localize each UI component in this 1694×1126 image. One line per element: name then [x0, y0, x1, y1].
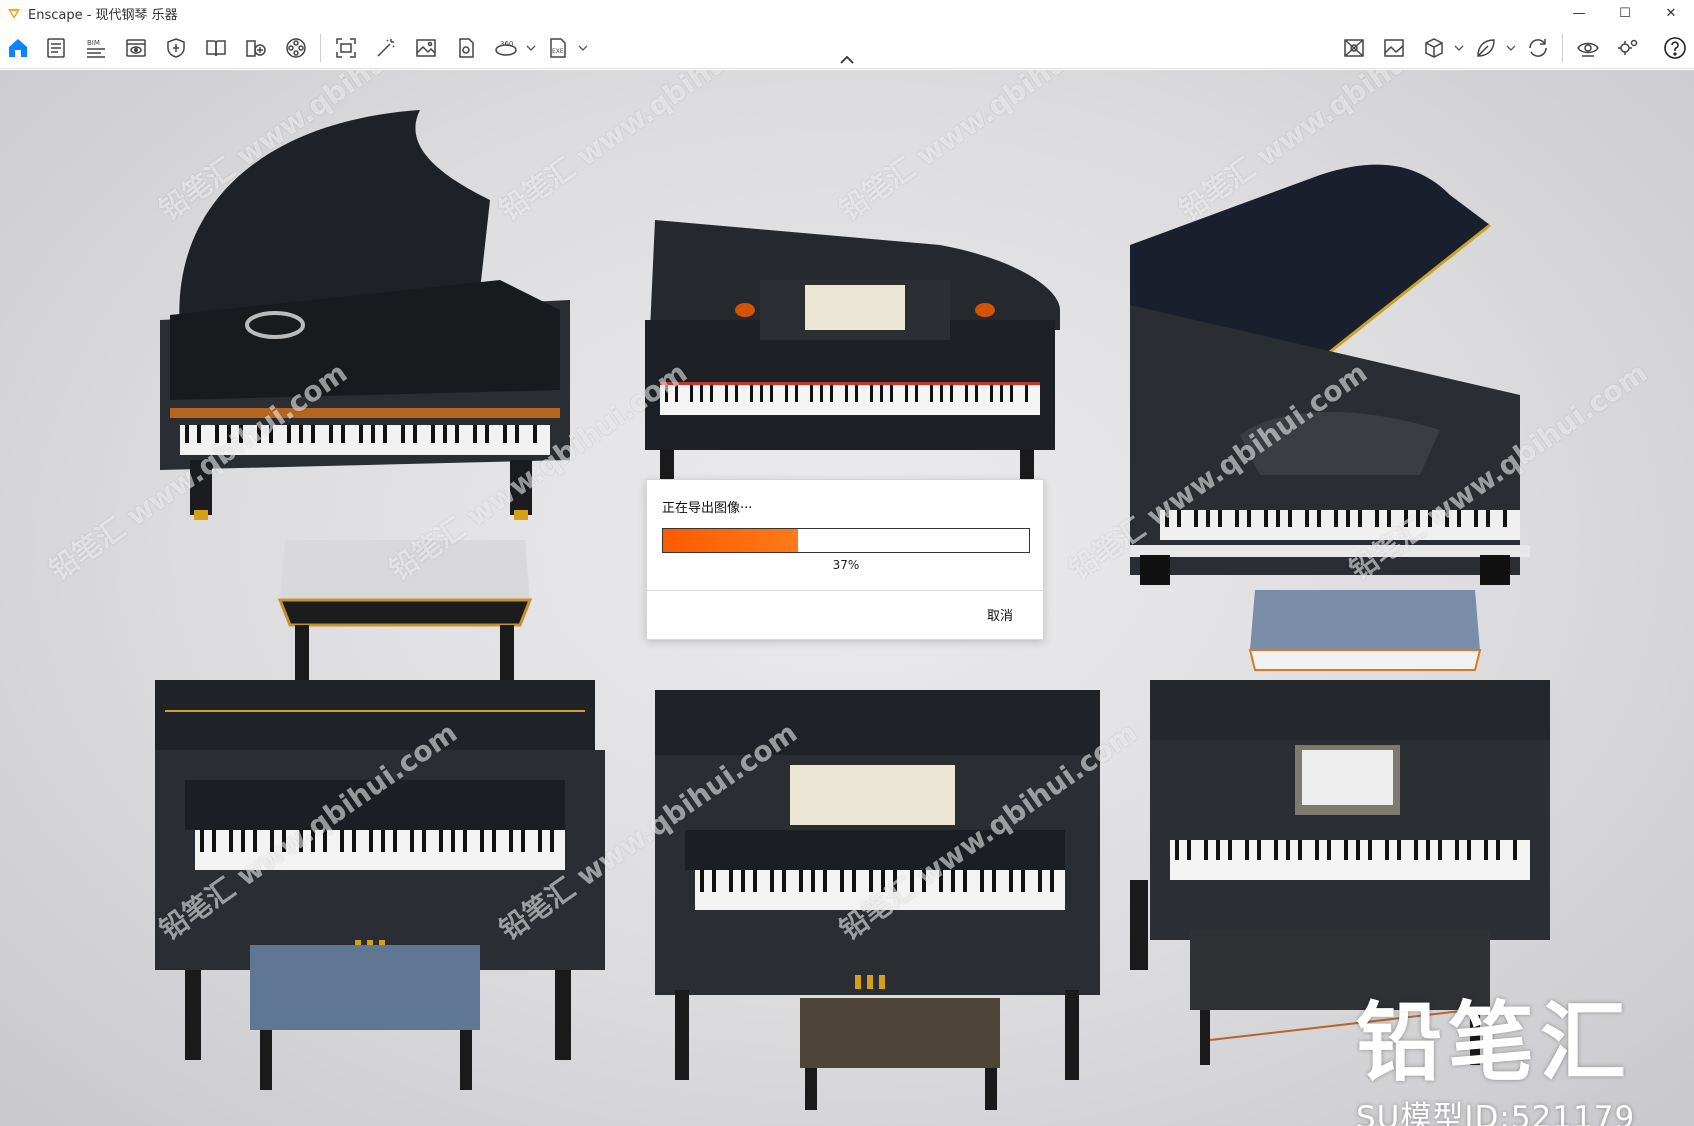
chevron-down-icon[interactable]: [526, 43, 536, 53]
dialog-title: 正在导出图像···: [662, 501, 753, 516]
export-progress-bar: [662, 528, 1030, 553]
upright-piano-render: [155, 680, 605, 1090]
svg-text:360: 360: [500, 40, 513, 48]
home-icon[interactable]: [5, 35, 31, 61]
enscape-logo-icon: [8, 8, 20, 19]
book-icon[interactable]: [203, 35, 229, 61]
exe-export-icon[interactable]: EXE: [545, 35, 571, 61]
maximize-button[interactable]: ☐: [1602, 0, 1648, 27]
title-bar: Enscape - 现代钢琴 乐器 — ☐ ✕: [0, 0, 1694, 27]
close-button[interactable]: ✕: [1648, 0, 1694, 27]
render-book-icon[interactable]: [243, 35, 269, 61]
grand-piano-render: [1120, 155, 1560, 635]
gallery-icon[interactable]: [1381, 35, 1407, 61]
toolbar-separator: [1562, 34, 1563, 62]
svg-text:EXE: EXE: [552, 48, 564, 55]
window-title: Enscape - 现代钢琴 乐器: [28, 8, 178, 23]
view-icon[interactable]: [123, 35, 149, 61]
digital-piano-render: [640, 210, 1060, 510]
model-id-label: SU模型ID:521179: [1356, 1100, 1636, 1126]
chevron-down-icon[interactable]: [578, 43, 588, 53]
svg-text:BIM: BIM: [87, 39, 100, 47]
grand-piano-render: [150, 90, 580, 570]
shield-icon[interactable]: [163, 35, 189, 61]
film-reel-icon[interactable]: [283, 35, 309, 61]
brand-title: 铅笔汇: [1356, 993, 1632, 1093]
screenshot-icon[interactable]: [333, 35, 359, 61]
settings-icon[interactable]: [1615, 35, 1641, 61]
upright-piano-render: [655, 690, 1100, 1110]
export-progress-dialog: 正在导出图像··· 37% 取消: [646, 479, 1044, 640]
document-icon[interactable]: [43, 35, 69, 61]
progress-percent-label: 37%: [832, 558, 860, 572]
toolbar-separator: [320, 34, 321, 62]
window-controls: — ☐ ✕: [1556, 0, 1694, 27]
watermark-text: 铅笔汇 www.qbihui.com: [833, 70, 1144, 227]
visibility-icon[interactable]: [1575, 35, 1601, 61]
cancel-button[interactable]: 取消: [987, 605, 1013, 624]
bim-icon[interactable]: BIM: [83, 35, 109, 61]
material-icon[interactable]: [1341, 35, 1367, 61]
magic-wand-icon[interactable]: [373, 35, 399, 61]
minimize-button[interactable]: —: [1556, 0, 1602, 27]
leaf-icon[interactable]: [1473, 35, 1499, 61]
collapse-toolbar-chevron-up-icon[interactable]: [839, 55, 855, 65]
help-icon[interactable]: [1662, 35, 1688, 61]
chevron-down-icon[interactable]: [1454, 43, 1464, 53]
brand-watermark: 铅笔汇 SU模型ID:521179: [1356, 1000, 1676, 1126]
cube-icon[interactable]: [1421, 35, 1447, 61]
image-icon[interactable]: [413, 35, 439, 61]
progress-fill: [663, 529, 799, 552]
dialog-divider: [647, 590, 1043, 591]
chevron-down-icon[interactable]: [1506, 43, 1516, 53]
piano-bench-render: [275, 530, 535, 700]
export-file-icon[interactable]: [453, 35, 479, 61]
panorama-360-icon[interactable]: 360: [493, 35, 519, 61]
sync-icon[interactable]: [1525, 35, 1551, 61]
